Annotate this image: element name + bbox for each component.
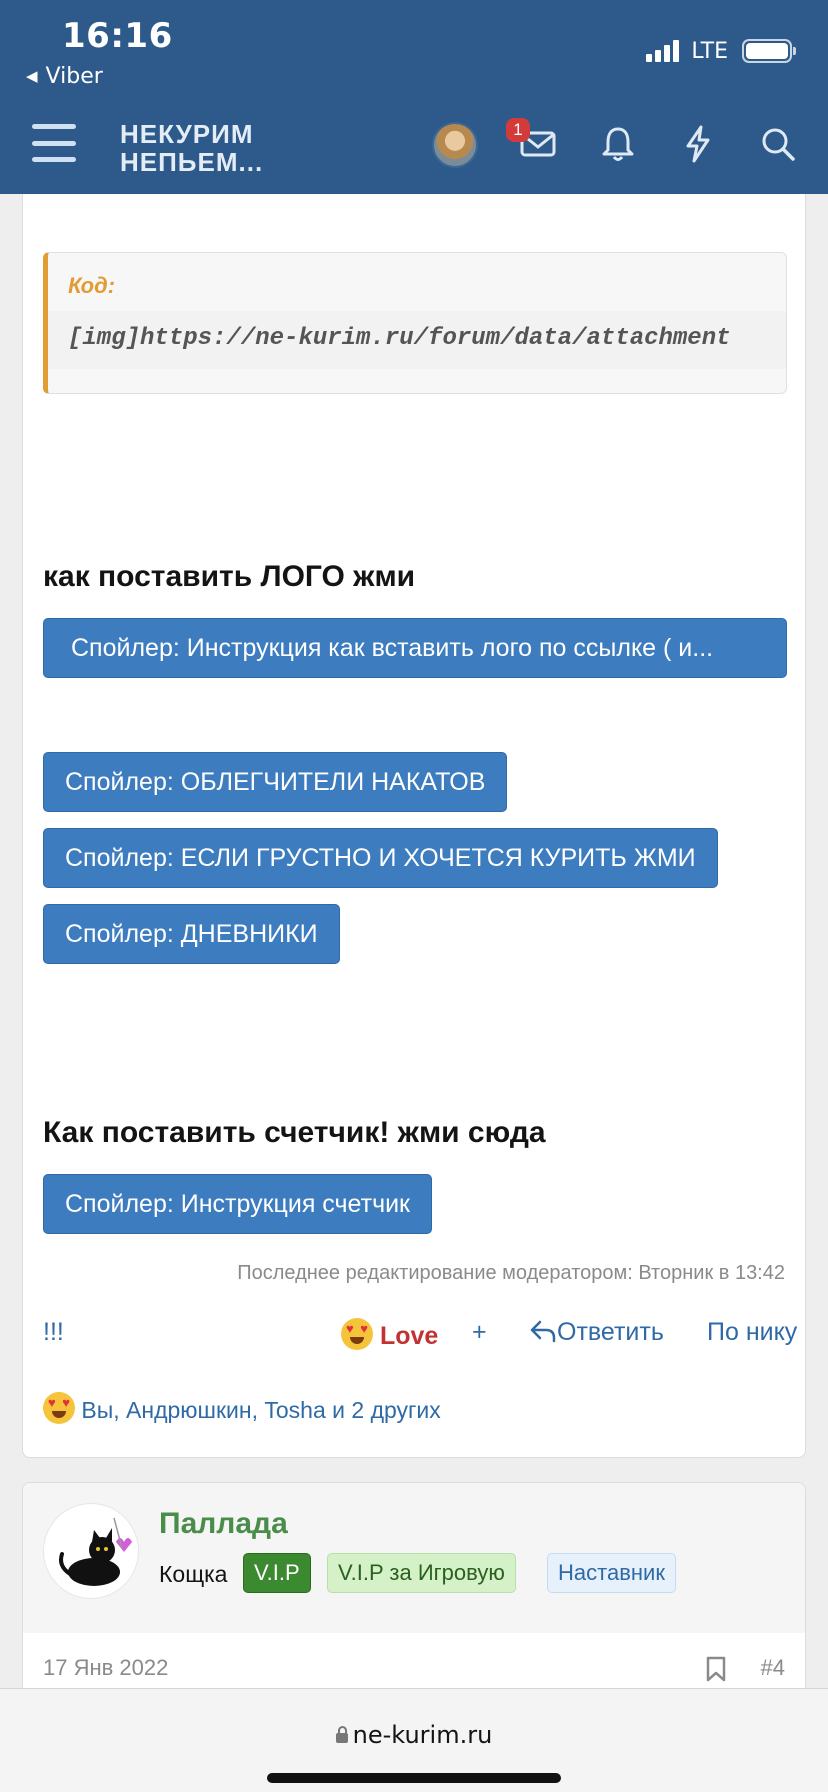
heart-eyes-icon [43,1392,75,1424]
url-field[interactable]: ne-kurim.ru [0,1721,828,1749]
bell-icon[interactable] [598,124,638,164]
battery-icon [742,39,796,63]
post-author-header: Паллада Кощка V.I.P V.I.P за Игровую Нас… [23,1483,805,1633]
spoiler-dnevniki[interactable]: Спойлер: ДНЕВНИКИ [43,904,340,964]
reply-icon [530,1320,556,1343]
bookmark-icon[interactable] [705,1655,727,1683]
back-to-app-link[interactable]: ◀ Viber [26,64,103,89]
author-username[interactable]: Паллада [159,1507,288,1541]
back-app-label: Viber [45,64,103,89]
counter-heading: Как поставить счетчик! жми сюда [43,1116,546,1149]
spoiler-oblegchiteli[interactable]: Спойлер: ОБЛЕГЧИТЕЛИ НАКАТОВ [43,752,508,812]
reactions-text: Вы, Андрюшкин, Tosha и 2 других [81,1397,441,1423]
back-triangle-icon: ◀ [26,67,38,85]
vip-game-badge: V.I.P за Игровую [327,1553,516,1593]
browser-url-bar: ne-kurim.ru [0,1688,828,1792]
search-icon[interactable] [758,124,798,164]
logo-heading: как поставить ЛОГО жми [43,560,416,593]
status-time: 16:16 [62,16,173,56]
post-date[interactable]: 17 Янв 2022 [43,1655,168,1681]
edited-note: Последнее редактирование модератором: Вт… [237,1262,785,1284]
inbox-count-badge: 1 [506,118,530,142]
site-logo[interactable]: НЕКУРИМ НЕПЬЕМ... [120,120,263,176]
author-avatar[interactable] [43,1503,139,1599]
menu-icon[interactable] [32,124,76,162]
post-number[interactable]: #4 [761,1655,785,1681]
bolt-icon[interactable] [678,124,718,164]
author-title: Кощка [159,1561,228,1587]
user-avatar[interactable] [432,122,478,168]
reply-label: Ответить [557,1318,664,1346]
reactions-summary[interactable]: Вы, Андрюшкин, Tosha и 2 других [43,1392,441,1424]
post-actions: !!! Love + Ответить По нику [43,1318,797,1358]
status-indicators: LTE [646,36,796,66]
vip-badge: V.I.P [243,1553,311,1593]
spoiler-grustno[interactable]: Спойлер: ЕСЛИ ГРУСТНО И ХОЧЕТСЯ КУРИТЬ Ж… [43,828,718,888]
logo-line1: НЕКУРИМ [120,119,254,149]
add-reaction-button[interactable]: + [472,1318,487,1347]
home-indicator[interactable] [267,1773,561,1783]
top-header: 16:16 ◀ Viber LTE НЕКУРИМ НЕПЬЕМ... 1 [0,0,828,194]
mentor-badge: Наставник [547,1553,676,1593]
battery-level [746,43,788,59]
reply-button[interactable]: Ответить [529,1318,664,1347]
report-link[interactable]: !!! [43,1318,64,1347]
code-block-title: Код: [68,273,116,298]
heart-eyes-icon [341,1318,373,1350]
spoiler-counter[interactable]: Спойлер: Инструкция счетчик [43,1174,432,1234]
love-label: Love [379,1322,439,1350]
signal-icon [646,40,680,62]
code-block: Код: [img]https://ne-kurim.ru/forum/data… [43,252,787,394]
code-block-content[interactable]: [img]https://ne-kurim.ru/forum/data/atta… [48,311,786,369]
logo-line2: НЕПЬЕМ... [120,147,264,177]
spoiler-logo-instructions[interactable]: Спойлер: Инструкция как вставить лого по… [43,618,787,678]
quote-by-nick-button[interactable]: По нику [707,1318,797,1347]
url-text: ne-kurim.ru [352,1721,493,1749]
black-cat-icon [59,1517,132,1586]
network-label: LTE [691,38,728,64]
post-card: Код: [img]https://ne-kurim.ru/forum/data… [22,194,806,1458]
love-reaction-button[interactable]: Love [341,1318,438,1351]
lock-icon [335,1726,348,1743]
